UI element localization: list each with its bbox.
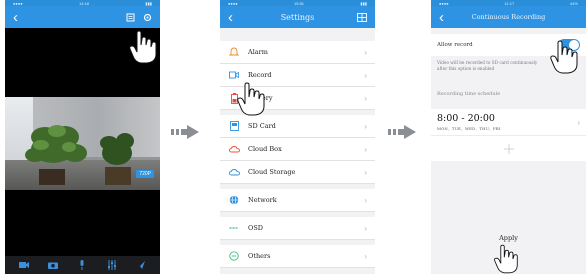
- status-battery: ▮▮▮: [360, 0, 367, 6]
- chevron-right-icon: ›: [364, 70, 367, 80]
- tutorial-stage: ●●●● 14:18 ▮▮▮ ‹ 720P ●●●● 15:51 ▮▮▮ ‹ S…: [0, 0, 586, 274]
- record-icon: [228, 69, 240, 81]
- settings-item-label: Cloud Storage: [248, 168, 296, 176]
- allow-record-hint: Video will be recorded to SD card contin…: [437, 60, 538, 71]
- status-carrier: ●●●●: [228, 0, 238, 6]
- chevron-right-icon: ›: [364, 47, 367, 57]
- settings-gear-icon[interactable]: [143, 13, 152, 22]
- status-battery: 44%: [569, 0, 578, 6]
- settings-item-others[interactable]: Others ›: [220, 245, 375, 268]
- back-button[interactable]: ‹: [13, 10, 18, 25]
- grid-icon[interactable]: [357, 12, 367, 22]
- settings-item-label: Alarm: [248, 48, 268, 56]
- settings-item-label: OSD: [248, 224, 263, 232]
- settings-item-osd[interactable]: OSD ›: [220, 217, 375, 240]
- settings-list: Alarm › Record › Battery ›: [220, 36, 375, 268]
- others-icon: [228, 250, 240, 262]
- camera-icon[interactable]: [18, 260, 30, 270]
- live-toolbar: [5, 256, 160, 274]
- phone-settings: ●●●● 15:51 ▮▮▮ ‹ Settings Alarm › Record…: [220, 0, 375, 274]
- flow-arrow-1: [171, 125, 199, 139]
- schedule-text: 8:00 - 20:00 MON、TUE、WED、THU、FRI: [437, 113, 501, 132]
- settings-item-label: SD Card: [248, 122, 276, 130]
- phone-continuous-recording: ●●●● 11:17 44% ‹ Continuous Recording Al…: [431, 0, 586, 274]
- settings-item-label: Cloud Box: [248, 145, 282, 153]
- apply-button[interactable]: Apply: [431, 234, 586, 242]
- status-carrier: ●●●●: [13, 0, 23, 6]
- chevron-right-icon: ›: [364, 195, 367, 205]
- record-files-icon[interactable]: [126, 13, 135, 22]
- settings-item-cloud-box[interactable]: Cloud Box ›: [220, 138, 375, 161]
- cloud-storage-icon: [228, 166, 240, 178]
- tap-hand-cursor: [237, 82, 265, 116]
- settings-item-network[interactable]: Network ›: [220, 189, 375, 212]
- ptz-icon[interactable]: [135, 260, 147, 270]
- settings-item-cloud-storage[interactable]: Cloud Storage ›: [220, 161, 375, 184]
- globe-icon: [228, 194, 240, 206]
- chevron-right-icon: ›: [364, 223, 367, 233]
- settings-item-label: Network: [248, 196, 277, 204]
- osd-icon: [228, 222, 240, 234]
- status-time: 14:18: [79, 0, 90, 6]
- chevron-right-icon: ›: [364, 93, 367, 103]
- back-button[interactable]: ‹: [439, 10, 444, 25]
- status-time: 11:17: [504, 0, 515, 6]
- chevron-right-icon: ›: [364, 121, 367, 131]
- schedule-item[interactable]: 8:00 - 20:00 MON、TUE、WED、THU、FRI ›: [431, 109, 586, 136]
- status-battery: ▮▮▮: [145, 0, 152, 6]
- quality-badge[interactable]: 720P: [136, 170, 154, 178]
- back-button[interactable]: ‹: [228, 10, 233, 25]
- settings-item-sd-card[interactable]: SD Card ›: [220, 115, 375, 138]
- add-schedule-row[interactable]: [431, 135, 586, 162]
- sd-card-icon: [228, 120, 240, 132]
- schedule-time: 8:00 - 20:00: [437, 112, 495, 124]
- cloud-box-icon: [228, 143, 240, 155]
- snapshot-icon[interactable]: [47, 260, 59, 270]
- live-nav-bar: ‹: [5, 6, 160, 28]
- settings-item-label: Record: [248, 71, 272, 79]
- status-time: 15:51: [294, 0, 305, 6]
- status-carrier: ●●●●: [439, 0, 449, 6]
- settings-nav-bar: ‹ Settings: [220, 6, 375, 28]
- sliders-icon[interactable]: [106, 260, 118, 270]
- microphone-icon[interactable]: [76, 260, 88, 270]
- tap-hand-cursor: [494, 244, 518, 274]
- bell-icon: [228, 46, 240, 58]
- allow-record-label: Allow record: [437, 42, 473, 48]
- page-title: Settings: [280, 12, 315, 22]
- live-video-feed[interactable]: 720P: [5, 97, 160, 190]
- chevron-right-icon: ›: [577, 117, 580, 127]
- chevron-right-icon: ›: [364, 251, 367, 261]
- settings-item-label: Others: [248, 252, 271, 260]
- tap-hand-cursor: [550, 40, 578, 74]
- add-icon[interactable]: [503, 143, 515, 155]
- settings-item-alarm[interactable]: Alarm ›: [220, 41, 375, 64]
- flow-arrow-2: [388, 125, 416, 139]
- schedule-days: MON、TUE、WED、THU、FRI: [437, 125, 501, 131]
- recording-nav-bar: ‹ Continuous Recording: [431, 6, 586, 28]
- page-title: Continuous Recording: [471, 13, 546, 21]
- chevron-right-icon: ›: [364, 167, 367, 177]
- tap-hand-cursor: [129, 30, 157, 64]
- phone-live-view: ●●●● 14:18 ▮▮▮ ‹ 720P: [5, 0, 160, 274]
- chevron-right-icon: ›: [364, 144, 367, 154]
